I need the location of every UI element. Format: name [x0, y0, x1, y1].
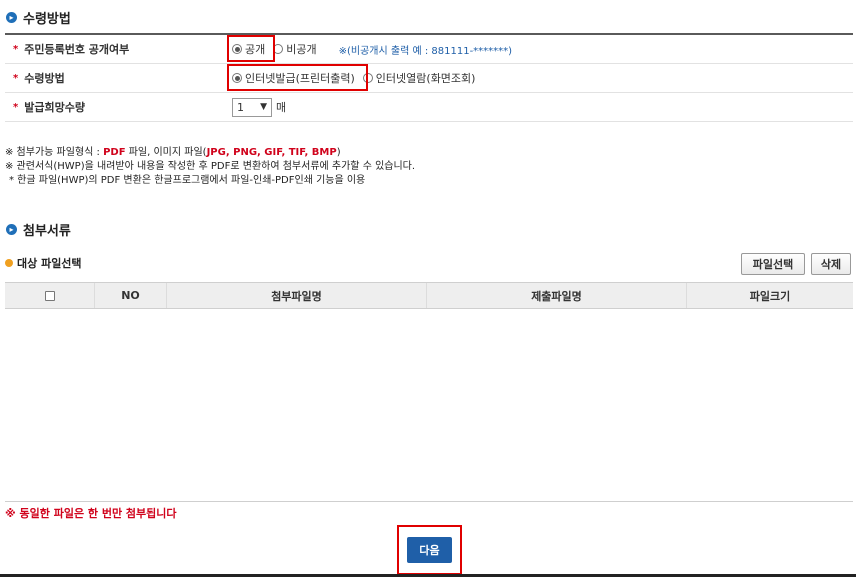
file-select-button[interactable]: 파일선택 [741, 253, 805, 275]
quantity-select[interactable]: 1 ▼ [232, 97, 272, 117]
note-line-hwp: ※ 관련서식(HWP)을 내려받아 내용을 작성한 후 PDF로 변환하여 첨부… [5, 161, 416, 172]
attachment-table: NO 첨부파일명 제출파일명 파일크기 [5, 282, 853, 502]
section-title-receive: ▸ 수령방법 [6, 8, 71, 27]
section-title-attach: ▸ 첨부서류 [6, 220, 71, 239]
quantity-unit: 매 [276, 101, 287, 114]
receive-form: * 주민등록번호 공개여부 공개 비공개 ※(비공개시 출력 예 : 88111… [5, 33, 853, 122]
label-receive-method: 수령방법 [24, 72, 65, 85]
circle-arrow-icon: ▸ [6, 12, 17, 23]
circle-arrow-icon: ▸ [6, 224, 17, 235]
highlight-box-next: 다음 [397, 525, 462, 575]
radio-option-private[interactable]: 비공개 [273, 41, 317, 57]
highlight-box-internet-issue [227, 64, 368, 91]
required-star: * [13, 101, 19, 113]
form-row-quantity: * 발급희망수량 1 ▼ 매 [5, 93, 853, 122]
disclosure-note: ※(비공개시 출력 예 : 881111-*******) [338, 45, 513, 57]
column-file-size: 파일크기 [749, 289, 791, 303]
attachment-table-header: NO 첨부파일명 제출파일명 파일크기 [5, 282, 853, 309]
note-line-hwp-convert: * 한글 파일(HWP)의 PDF 변환은 한글프로그램에서 파일-인쇄-PDF… [9, 175, 366, 186]
required-star: * [13, 43, 19, 55]
label-id-disclosure: 주민등록번호 공개여부 [24, 43, 130, 56]
bullet-dot-icon [5, 259, 13, 267]
column-submit-filename: 제출파일명 [427, 283, 687, 308]
note-line-formats: ※ 첨부가능 파일형식 : PDF 파일, 이미지 파일(JPG, PNG, G… [5, 147, 341, 158]
form-row-receive-method: * 수령방법 인터넷발급(프린터출력) 인터넷열람(화면조회) [5, 64, 853, 93]
column-attach-filename: 첨부파일명 [167, 283, 427, 308]
chevron-down-icon: ▼ [260, 102, 267, 112]
section-title-attach-text: 첨부서류 [23, 224, 71, 239]
select-all-checkbox[interactable] [44, 290, 55, 301]
form-row-id-disclosure: * 주민등록번호 공개여부 공개 비공개 ※(비공개시 출력 예 : 88111… [5, 35, 853, 64]
column-no: NO [95, 283, 167, 308]
section-title-receive-text: 수령방법 [23, 12, 71, 27]
duplicate-file-warning: ※ 동일한 파일은 한 번만 첨부됩니다 [5, 507, 177, 520]
target-file-title: 대상 파일선택 [5, 255, 82, 271]
next-button[interactable]: 다음 [407, 537, 452, 563]
label-quantity: 발급희망수량 [24, 101, 85, 114]
highlight-box-public [227, 35, 275, 62]
delete-button[interactable]: 삭제 [811, 253, 851, 275]
required-star: * [13, 72, 19, 84]
radio-option-internet-view[interactable]: 인터넷열람(화면조회) [362, 70, 475, 86]
file-format-notes: ※ 첨부가능 파일형식 : PDF 파일, 이미지 파일(JPG, PNG, G… [5, 146, 415, 188]
